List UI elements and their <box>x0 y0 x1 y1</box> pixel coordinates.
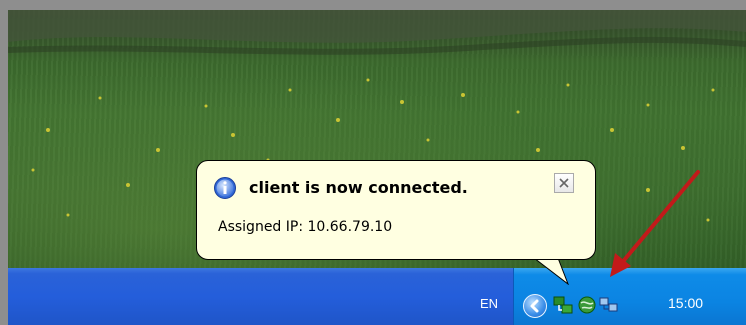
screenshot-frame: EN 15:00 client is now connected. Assign… <box>8 10 746 325</box>
annotation-arrow <box>610 170 700 277</box>
